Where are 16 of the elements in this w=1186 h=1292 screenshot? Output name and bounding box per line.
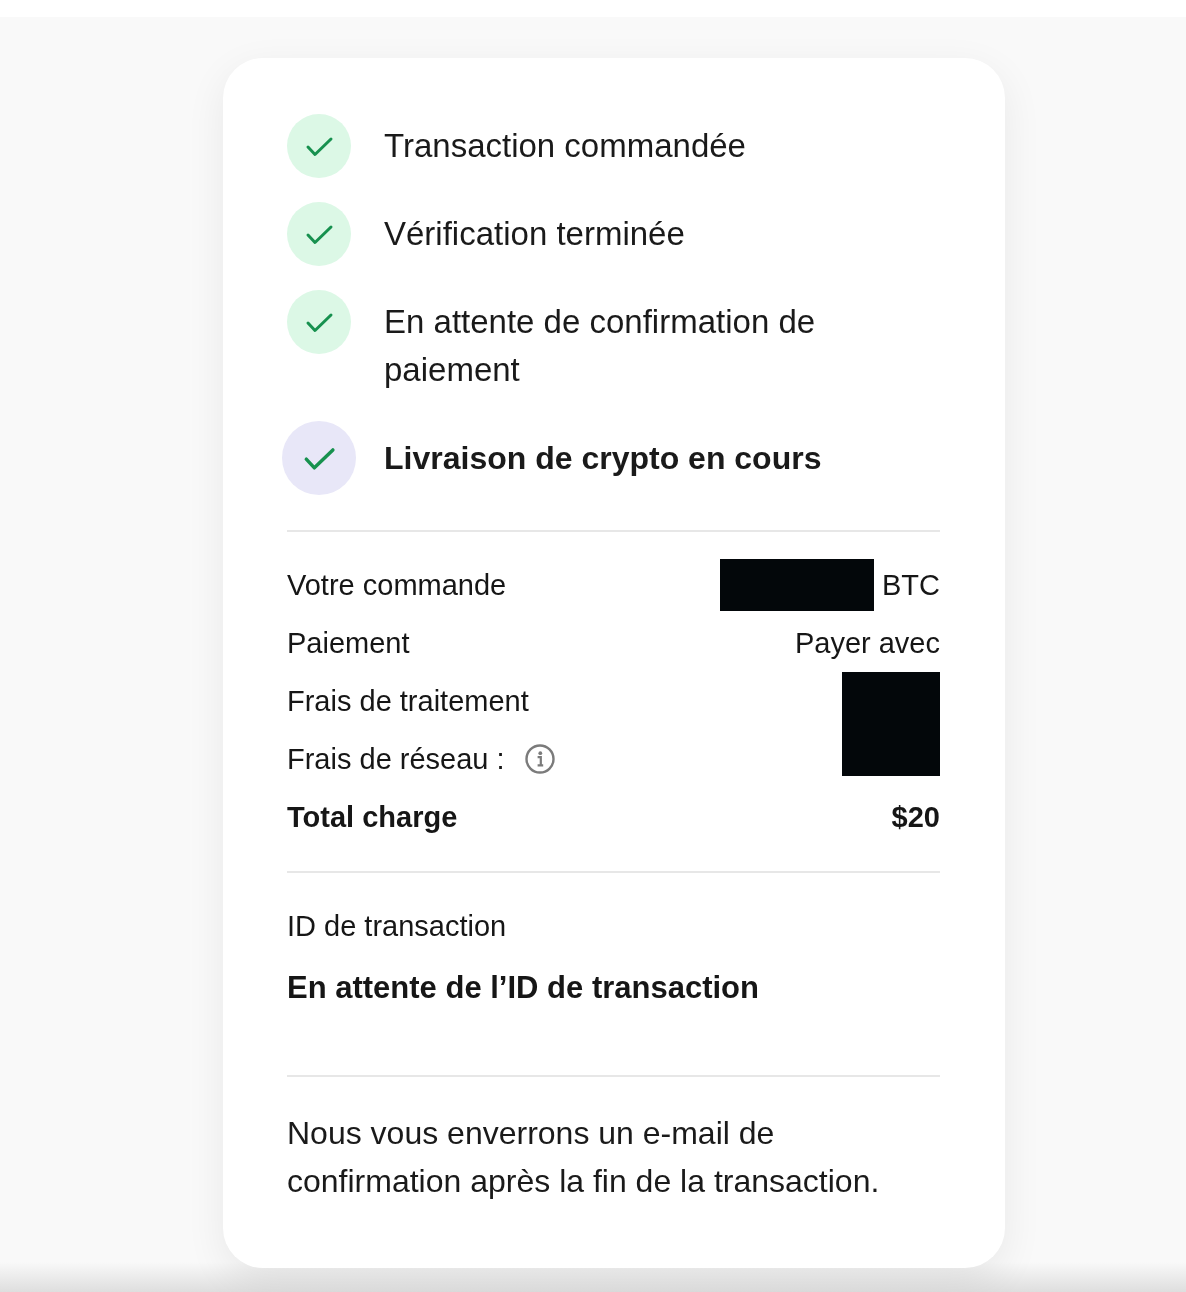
step-label: Transaction commandée xyxy=(384,126,746,166)
summary-value: Payer avec xyxy=(794,626,940,660)
step-label: Vérification terminée xyxy=(384,214,685,254)
transaction-id-status: En attente de l’ID de transaction xyxy=(287,969,759,1007)
step-label: Livraison de crypto en cours xyxy=(384,439,822,478)
info-icon[interactable] xyxy=(524,744,555,774)
summary-label: Frais de réseau : xyxy=(287,742,505,776)
summary-label: Total charge xyxy=(287,800,458,834)
confirmation-note: Nous vous enverrons un e-mail de confirmation après la fin de la transaction. xyxy=(287,1114,881,1201)
summary-value: $20 xyxy=(891,800,940,834)
summary-label: Paiement xyxy=(287,626,410,660)
summary-label: Frais de traitement xyxy=(287,684,529,718)
summary-value: BTC xyxy=(882,568,940,602)
summary-label: Votre commande xyxy=(287,568,507,602)
step-label: En attente de confirmation de paiement xyxy=(384,302,817,390)
transaction-id-label: ID de transaction xyxy=(287,909,507,944)
